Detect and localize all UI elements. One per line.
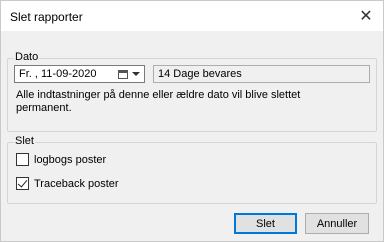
info-line-2: permanent. bbox=[16, 102, 72, 114]
slet-group-label: Slet bbox=[14, 135, 35, 147]
calendar-icon bbox=[118, 69, 128, 79]
info-text: Alle indtastninger på denne eller ældre … bbox=[16, 89, 376, 115]
days-retained-field: 14 Dage bevares bbox=[153, 65, 370, 83]
traceback-checkbox[interactable] bbox=[16, 177, 29, 190]
chevron-down-icon bbox=[132, 72, 140, 76]
cancel-button[interactable]: Annuller bbox=[305, 213, 369, 234]
logbog-checkbox[interactable] bbox=[16, 153, 29, 166]
window-title: Slet rapporter bbox=[10, 10, 83, 24]
info-line-1: Alle indtastninger på denne eller ældre … bbox=[16, 89, 301, 101]
days-retained-text: 14 Dage bevares bbox=[158, 68, 242, 80]
title-bar: Slet rapporter ✕ bbox=[1, 1, 383, 31]
traceback-option[interactable]: Traceback poster bbox=[16, 177, 119, 190]
date-value: Fr. , 11-09-2020 bbox=[19, 68, 97, 80]
logbog-label: logbogs poster bbox=[34, 153, 107, 166]
slet-group: Slet bbox=[7, 135, 377, 204]
delete-button-label: Slet bbox=[256, 217, 275, 230]
dialog-window: Slet rapporter ✕ Dato Fr. , 11-09-2020 1… bbox=[0, 0, 384, 242]
date-dropdown-button[interactable] bbox=[118, 67, 142, 81]
dato-group-label: Dato bbox=[14, 51, 40, 63]
close-icon: ✕ bbox=[359, 8, 373, 25]
close-button[interactable]: ✕ bbox=[349, 1, 383, 31]
delete-button[interactable]: Slet bbox=[234, 213, 297, 234]
date-picker[interactable]: Fr. , 11-09-2020 bbox=[14, 65, 145, 83]
traceback-label: Traceback poster bbox=[34, 177, 119, 190]
logbog-option[interactable]: logbogs poster bbox=[16, 153, 106, 166]
cancel-button-label: Annuller bbox=[316, 217, 358, 230]
